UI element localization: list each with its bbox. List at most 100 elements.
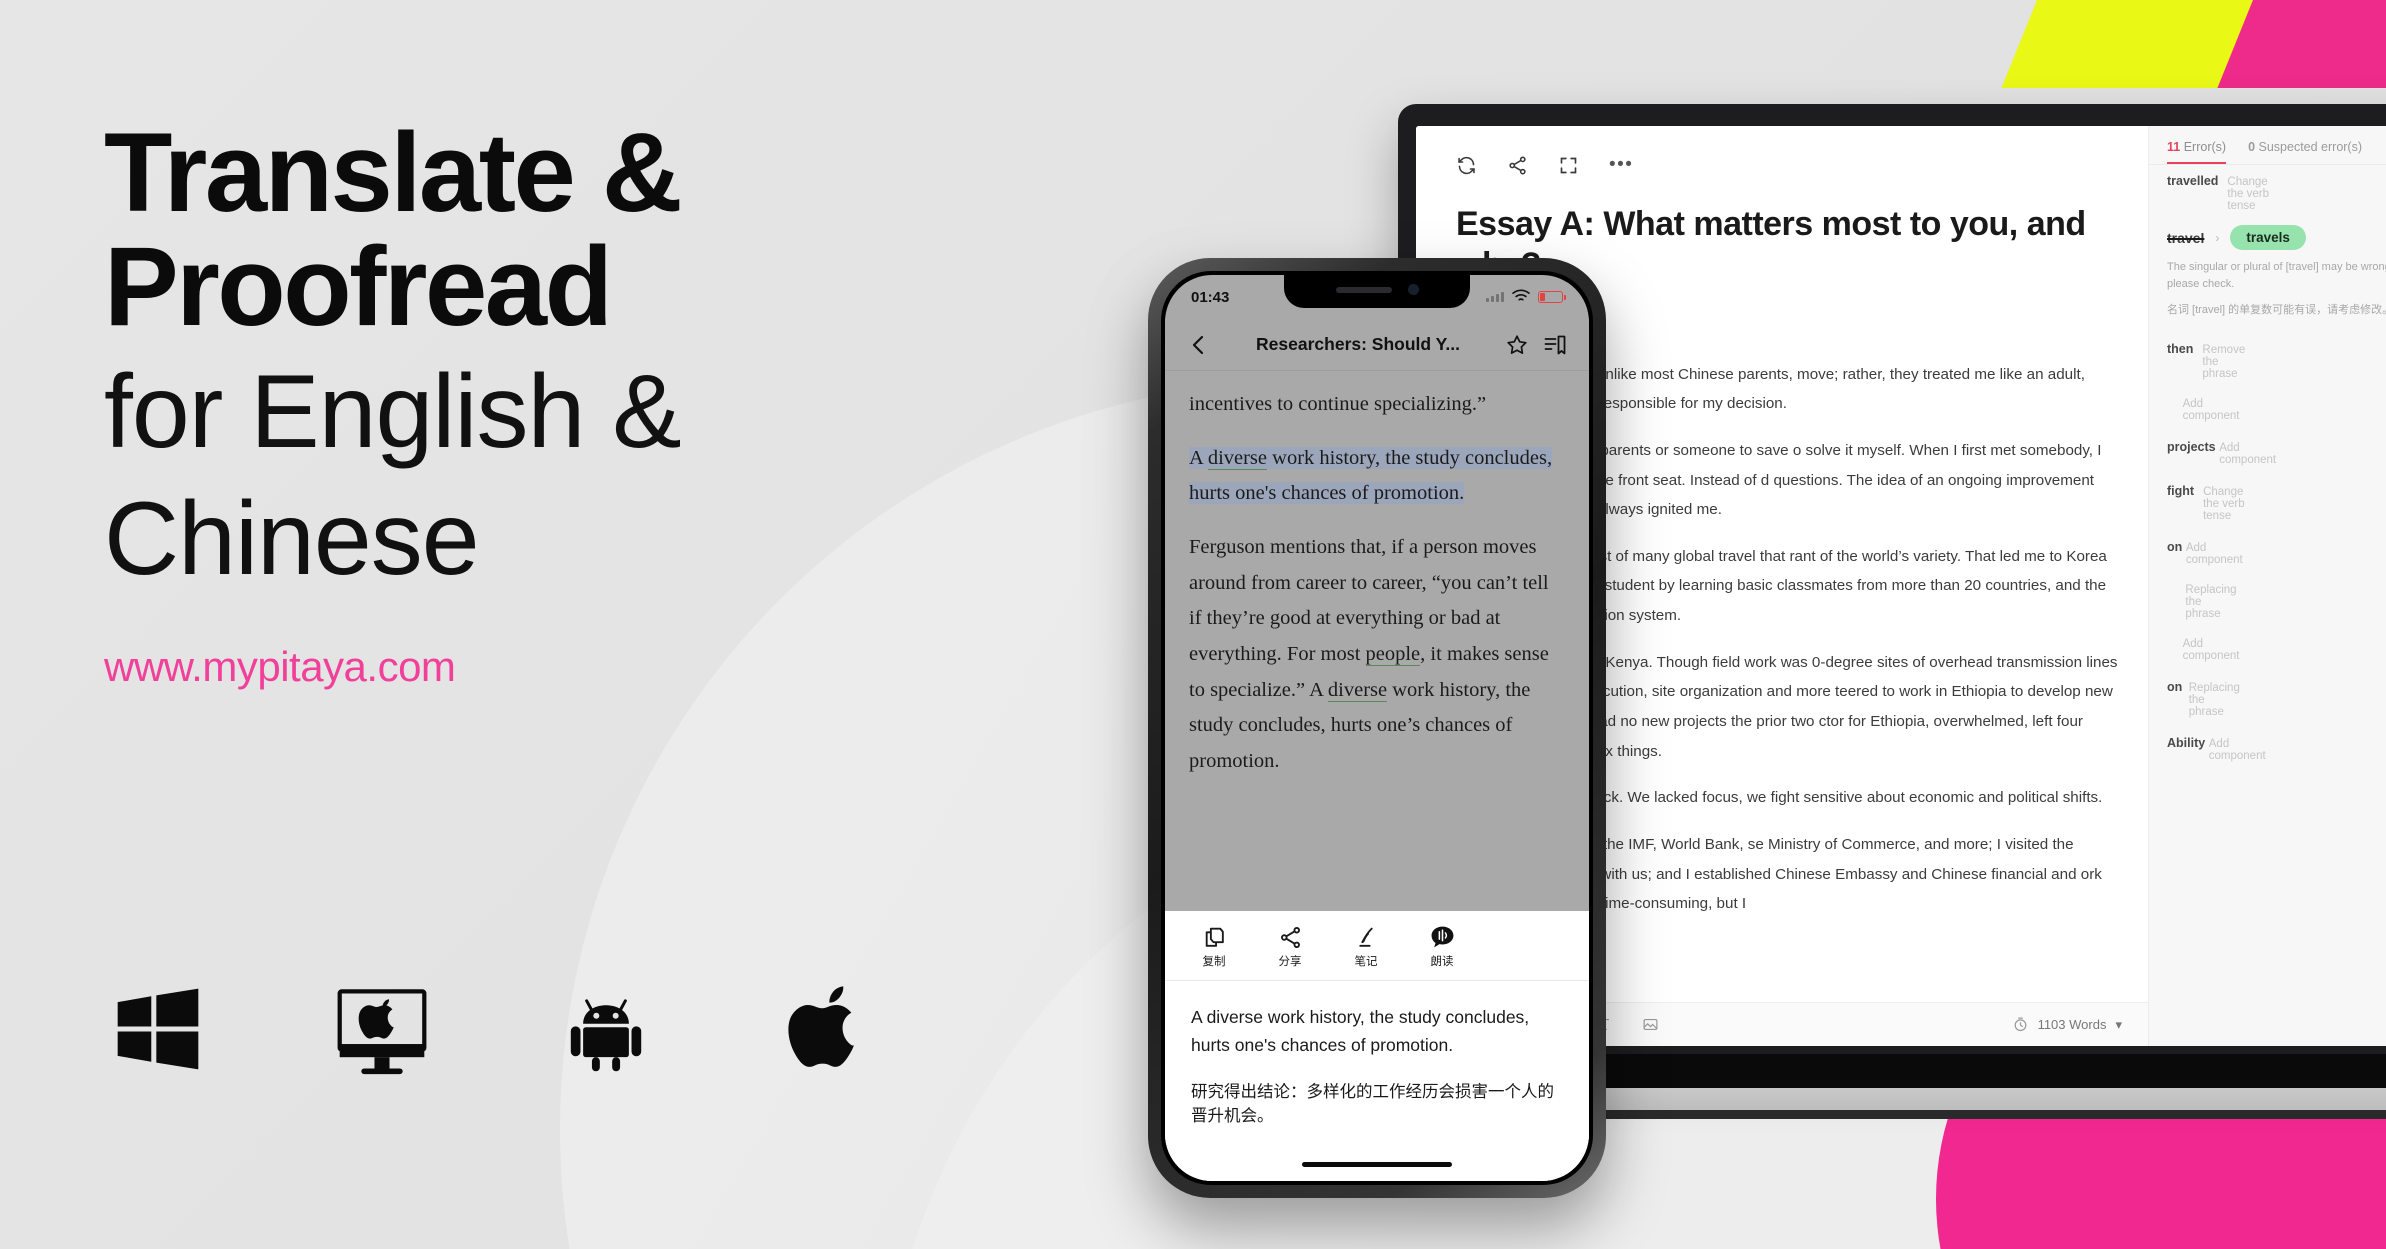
suggestion-action: Add component [2182, 398, 2240, 423]
suggestion-action: Add component [2185, 542, 2243, 567]
suggestion-word: on [2167, 680, 2183, 695]
suggestion-action: Add component [2219, 442, 2277, 467]
note-label: 笔记 [1354, 955, 1378, 968]
article-title: Researchers: Should Y... [1256, 334, 1460, 354]
share-label: 分享 [1278, 955, 1302, 968]
history-icon [2012, 1016, 2029, 1033]
suggestion-row[interactable]: Add component [2149, 389, 2386, 431]
chevron-right-icon: › [2215, 230, 2220, 245]
status-time: 01:43 [1191, 288, 1230, 306]
tab-errors[interactable]: 11 Error(s) [2167, 140, 2227, 164]
selection-action-bar: 复制 分享 笔记 朗读 [1165, 911, 1589, 981]
suggestion-explanation-zh: 名词 [travel] 的单复数可能有误，请考虑修改。 [2167, 304, 2386, 317]
fullscreen-icon[interactable] [1558, 155, 1579, 176]
article-reader[interactable]: incentives to continue specializing.” A … [1165, 371, 1589, 911]
suspected-count: 0 [2248, 140, 2256, 154]
status-indicators [1486, 288, 1566, 307]
suggestion-old-word: travel [2167, 229, 2205, 246]
suggestion-row[interactable]: then Remove the phrase [2149, 333, 2386, 389]
reading-list-icon[interactable] [1543, 333, 1567, 357]
platform-icons [104, 975, 884, 1083]
suggestion-new-word-chip[interactable]: travels [2230, 225, 2306, 250]
word-count-caret[interactable]: ▾ [2115, 1017, 2122, 1033]
more-icon[interactable]: ••• [1609, 155, 1633, 174]
earpiece-speaker [1335, 286, 1392, 293]
suggestion-word: fight [2167, 484, 2195, 499]
share-button[interactable]: 分享 [1267, 925, 1313, 969]
copy-icon [1202, 925, 1227, 950]
phone-mockup: 01:43 Researchers: Should Y... incentive… [1148, 258, 1606, 1198]
android-robot-icon [552, 975, 660, 1083]
errors-label: Error(s) [2183, 140, 2227, 154]
suggestion-row[interactable]: Ability Add component [2149, 727, 2386, 771]
suggestion-action: Add component [2182, 638, 2240, 663]
suggestions-tabs: 11 Error(s) 0 Suspected error(s) [2149, 140, 2386, 165]
suggestion-word: projects [2167, 440, 2216, 455]
star-outline-icon[interactable] [1505, 333, 1529, 357]
suggestions-panel: 11 Error(s) 0 Suspected error(s) travell… [2148, 126, 2386, 1046]
home-indicator[interactable] [1302, 1162, 1452, 1167]
copy-button[interactable]: 复制 [1191, 925, 1237, 969]
suggestion-word: travelled [2167, 174, 2219, 188]
reader-paragraph: Ferguson mentions that, if a person move… [1189, 530, 1565, 780]
translation-target-text: 研究得出结论：多样化的工作经历会损害一个人的晋升机会。 [1191, 1082, 1554, 1126]
phone-app-navbar: Researchers: Should Y... [1165, 319, 1589, 371]
hero-headline: Translate & Proofread for English & Chin… [104, 110, 1044, 691]
note-button[interactable]: 笔记 [1343, 925, 1389, 969]
note-pen-icon [1354, 925, 1379, 950]
read-aloud-icon [1430, 925, 1455, 950]
chevron-left-icon[interactable] [1187, 333, 1211, 357]
phone-bottom-area [1165, 1131, 1589, 1181]
word-count-group[interactable]: 1103 Words ▾ [2012, 1016, 2122, 1033]
reader-flagged-word: people [1365, 642, 1421, 666]
suspected-label: Suspected error(s) [2258, 140, 2363, 154]
suggestion-action: Replacing the phrase [2185, 584, 2237, 621]
suggestion-row[interactable]: travelled Change the verb tense [2149, 165, 2386, 221]
reader-paragraph: incentives to continue specializing.” [1189, 393, 1487, 415]
suggestion-word: on [2167, 540, 2183, 555]
suggestion-row[interactable]: on Replacing the phrase [2149, 671, 2386, 727]
suggestion-action: Remove the phrase [2202, 344, 2246, 381]
errors-count: 11 [2167, 140, 2181, 154]
phone-screen: 01:43 Researchers: Should Y... incentive… [1165, 275, 1589, 1181]
headline-line-3: for English & [104, 354, 682, 471]
imac-apple-icon [328, 975, 436, 1083]
read-aloud-label: 朗读 [1430, 955, 1454, 968]
reader-paragraph-selected: A diverse work history, the study conclu… [1189, 441, 1565, 512]
refresh-icon[interactable] [1456, 155, 1477, 176]
reader-text: A [1189, 446, 1208, 469]
suggestion-row[interactable]: Replacing the phrase [2149, 575, 2386, 629]
headline-line-2: Proofread [104, 224, 613, 350]
suggestion-row[interactable]: projects Add component [2149, 431, 2386, 475]
share-icon[interactable] [1507, 155, 1528, 176]
share-icon [1278, 925, 1303, 950]
battery-low-icon [1538, 291, 1566, 303]
read-aloud-button[interactable]: 朗读 [1419, 925, 1465, 969]
suggestion-action: Replacing the phrase [2188, 682, 2240, 719]
reader-flagged-word: diverse [1207, 446, 1268, 470]
apple-logo-icon [776, 975, 884, 1083]
phone-notch [1284, 275, 1470, 308]
word-count-value: 1103 Words [2037, 1017, 2107, 1032]
suggestion-action: Change the verb tense [2227, 176, 2269, 212]
phone-inner-frame: 01:43 Researchers: Should Y... incentive… [1161, 271, 1593, 1185]
headline-line-1: Translate & [104, 110, 683, 235]
reader-flagged-word: diverse [1327, 678, 1388, 702]
signal-icon [1486, 292, 1504, 302]
tab-suspected-errors[interactable]: 0 Suspected error(s) [2248, 140, 2362, 164]
headline-line-4: Chinese [104, 480, 480, 597]
translation-source-text: A diverse work history, the study conclu… [1191, 1007, 1530, 1056]
active-suggestion-card[interactable]: travel › travels The singular or plural … [2149, 221, 2386, 333]
marketing-banner: Translate & Proofread for English & Chin… [0, 0, 2386, 1249]
suggestion-fix-line: travel › travels [2167, 225, 2386, 250]
suggestion-explanation-en: The singular or plural of [travel] may b… [2167, 261, 2386, 291]
suggestion-action: Add component [2208, 738, 2266, 763]
suggestion-row[interactable]: on Add component [2149, 531, 2386, 575]
website-url[interactable]: www.mypitaya.com [104, 643, 1044, 691]
suggestion-row[interactable]: fight Change the verb tense [2149, 475, 2386, 531]
suggestion-word: then [2167, 342, 2194, 357]
suggestion-action: Change the verb tense [2203, 486, 2245, 523]
suggestion-row[interactable]: Add component [2149, 629, 2386, 671]
copy-label: 复制 [1202, 955, 1226, 968]
image-icon[interactable] [1642, 1016, 1659, 1033]
